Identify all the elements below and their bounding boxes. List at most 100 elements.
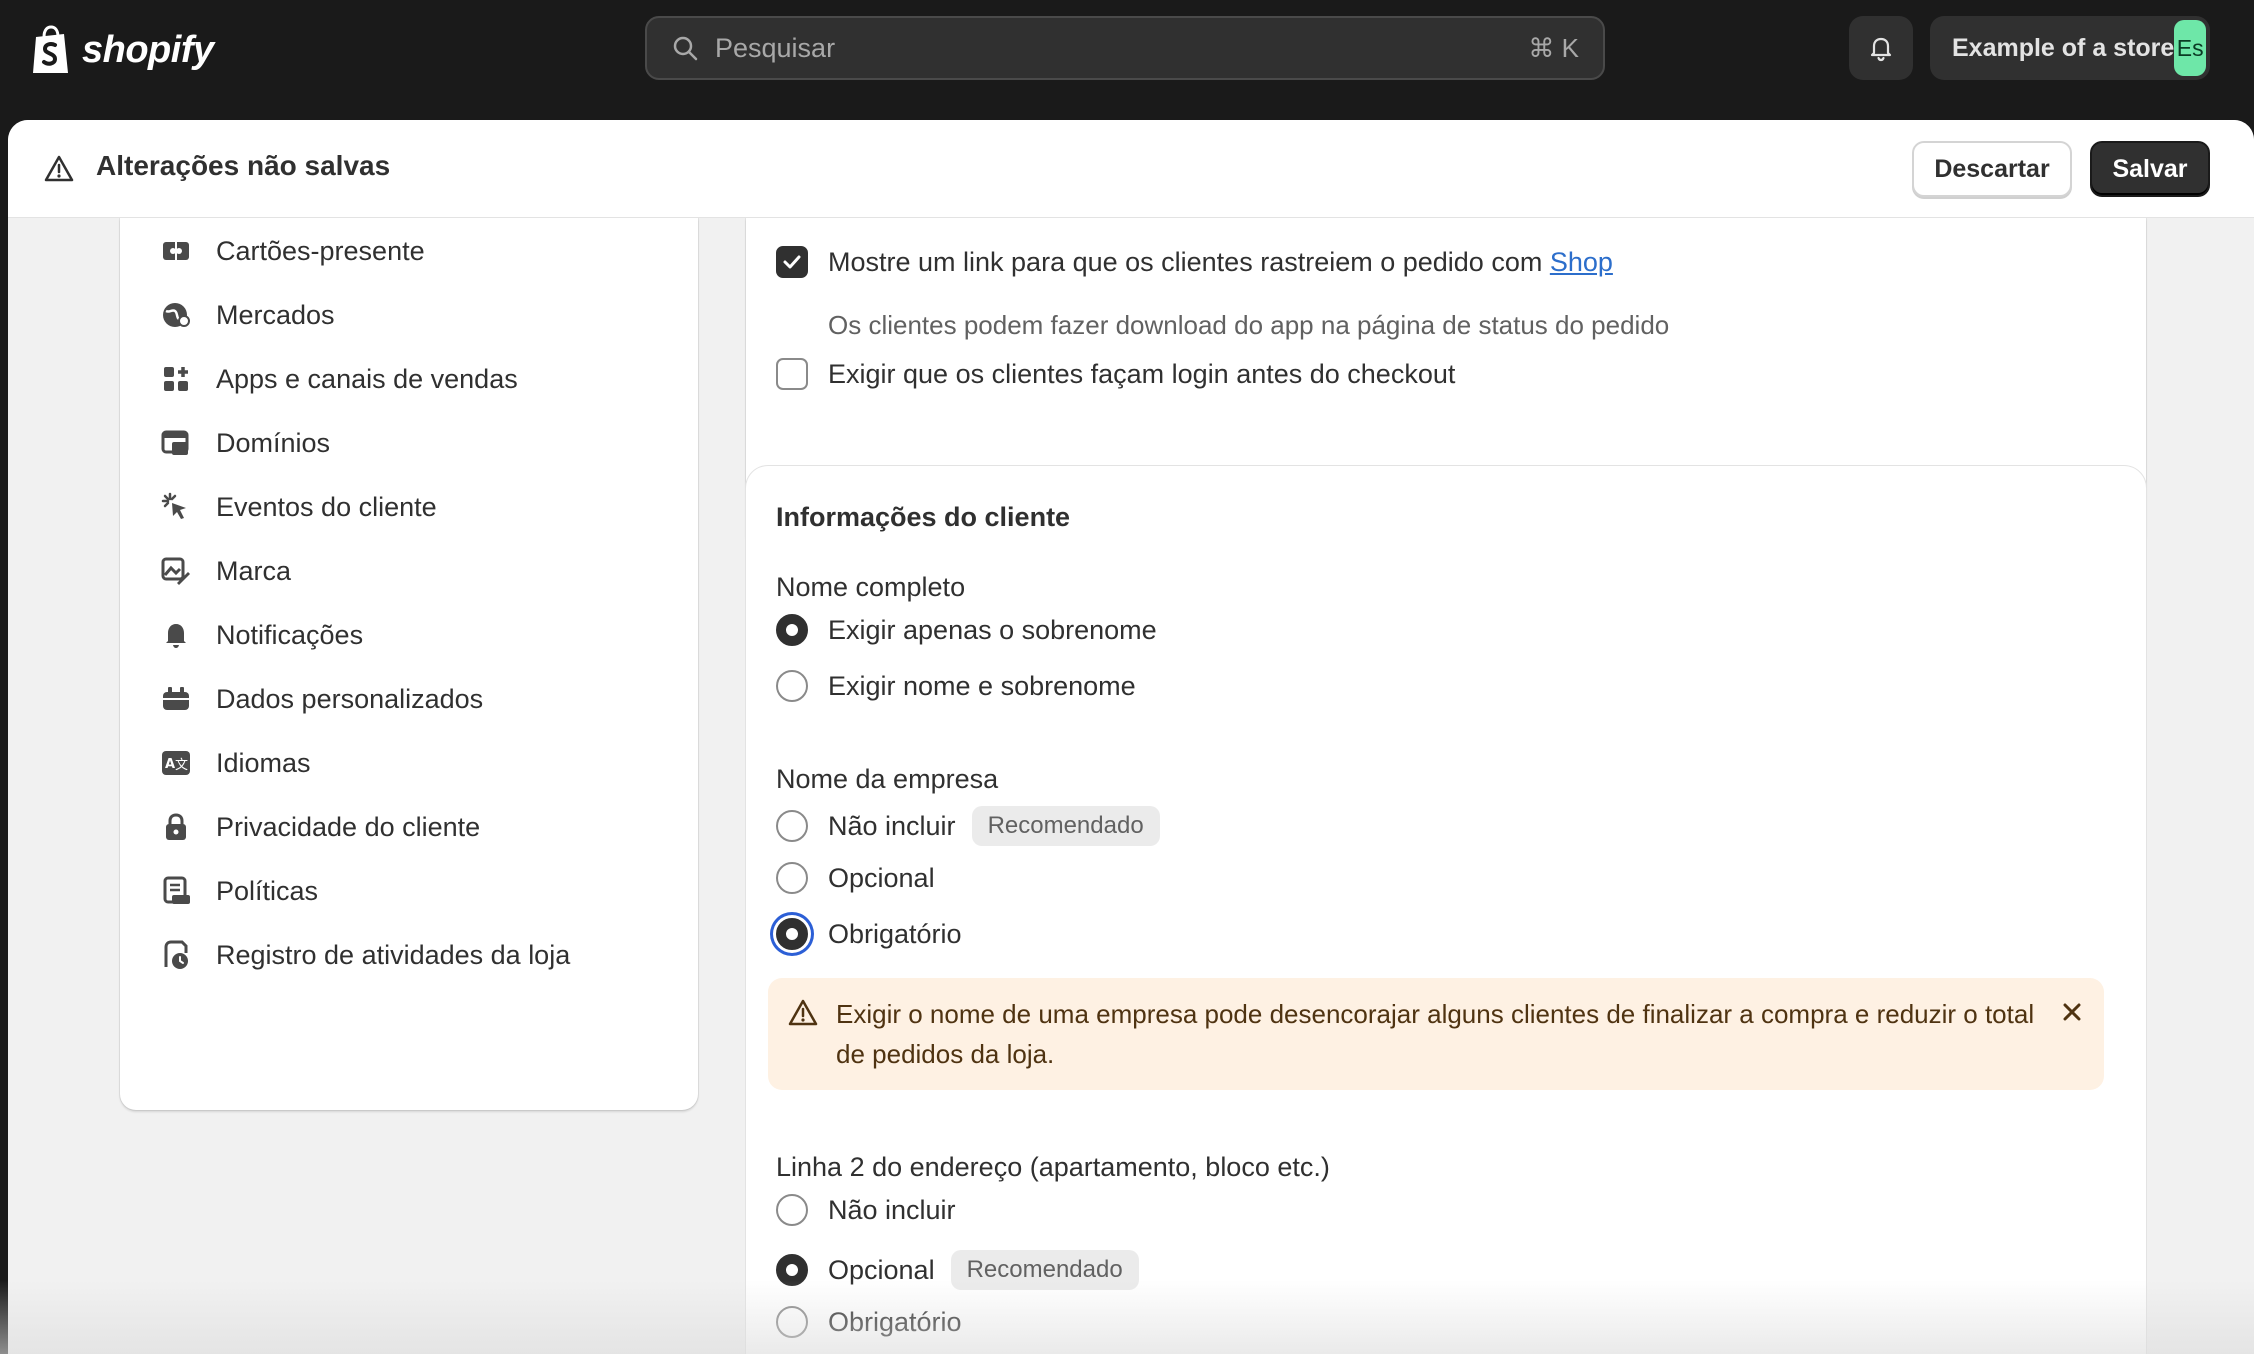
checkmark-icon — [783, 255, 801, 269]
sidebar-item-label: Idiomas — [216, 747, 311, 778]
radio-button[interactable] — [776, 1194, 808, 1226]
cursor-click-icon — [161, 492, 186, 519]
sidebar-item-custom-data[interactable]: Dados personalizados — [160, 674, 483, 724]
radio-button[interactable] — [776, 918, 808, 950]
close-icon[interactable] — [2058, 998, 2086, 1026]
brand-icon — [161, 557, 190, 585]
apps-icon — [164, 367, 188, 391]
search-shortcut: ⌘ K — [1528, 32, 1579, 63]
search-placeholder: Pesquisar — [715, 32, 836, 63]
company-option-exclude[interactable]: Não incluir Recomendado — [776, 806, 1160, 846]
radio-button[interactable] — [776, 670, 808, 702]
main-panel: Cartões-presente Mercados Apps e canais … — [8, 120, 2254, 1354]
sidebar-item-label: Apps e canais de vendas — [216, 363, 518, 394]
shop-link-help: Os clientes podem fazer download do app … — [828, 310, 1670, 340]
section-title: Informações do cliente — [776, 502, 1071, 532]
search-input[interactable]: Pesquisar ⌘ K — [645, 16, 1605, 80]
sidebar-item-label: Eventos do cliente — [216, 491, 437, 522]
store-menu-button[interactable]: Example of a store Es — [1930, 16, 2210, 80]
company-option-required[interactable]: Obrigatório — [776, 918, 962, 950]
notifications-button[interactable] — [1849, 16, 1913, 80]
sidebar-item-label: Domínios — [216, 427, 331, 458]
policies-icon — [163, 876, 190, 904]
full-name-option-last-only[interactable]: Exigir apenas o sobrenome — [776, 614, 1157, 646]
shop-link[interactable]: Shop — [1550, 247, 1613, 277]
sidebar-item-privacy[interactable]: Privacidade do cliente — [160, 802, 480, 852]
option-label: Obrigatório — [828, 918, 962, 949]
domains-icon — [161, 430, 189, 455]
option-label: Obrigatório — [828, 1306, 962, 1337]
warning-icon — [44, 155, 74, 182]
sidebar-item-languages[interactable]: A 文 Idiomas — [160, 738, 311, 788]
shop-link-label: Mostre um link para que os clientes rast… — [828, 247, 1613, 278]
sidebar-item-label: Notificações — [216, 619, 364, 650]
address2-option-required[interactable]: Obrigatório — [776, 1306, 962, 1338]
unsaved-changes-bar: Alterações não salvas Descartar Salvar — [8, 120, 2254, 218]
custom-data-icon — [163, 687, 189, 710]
sidebar-item-gift-cards[interactable]: Cartões-presente — [160, 226, 425, 276]
option-label: Exigir apenas o sobrenome — [828, 614, 1157, 645]
sidebar-item-brand[interactable]: Marca — [160, 546, 291, 596]
shop-link-option[interactable]: Mostre um link para que os clientes rast… — [776, 246, 1613, 278]
radio-button[interactable] — [776, 862, 808, 894]
avatar: Es — [2174, 20, 2206, 76]
option-label: Não incluir — [828, 1194, 956, 1225]
shop-link-text: Mostre um link para que os clientes rast… — [828, 246, 1543, 277]
svg-text:文: 文 — [175, 758, 188, 773]
sidebar-item-customer-events[interactable]: Eventos do cliente — [160, 482, 437, 532]
require-login-label: Exigir que os clientes façam login antes… — [828, 358, 1456, 389]
company-warning-banner: Exigir o nome de uma empresa pode desenc… — [768, 978, 2104, 1090]
option-label: Não incluir — [828, 810, 956, 841]
radio-button[interactable] — [776, 614, 808, 646]
option-label: Exigir nome e sobrenome — [828, 670, 1136, 701]
shop-link-checkbox[interactable] — [776, 246, 808, 278]
recommended-badge: Recomendado — [950, 1250, 1139, 1290]
sidebar-item-label: Cartões-presente — [216, 235, 425, 266]
globe-icon — [163, 303, 190, 327]
store-name: Example of a store — [1952, 33, 2175, 62]
require-login-option[interactable]: Exigir que os clientes façam login antes… — [776, 358, 1455, 390]
sidebar-item-domains[interactable]: Domínios — [160, 418, 330, 468]
activity-log-icon — [164, 940, 188, 969]
sidebar-item-label: Registro de atividades da loja — [216, 939, 571, 970]
sidebar-item-policies[interactable]: Políticas — [160, 866, 318, 916]
sidebar-item-label: Políticas — [216, 875, 319, 906]
sidebar-item-apps[interactable]: Apps e canais de vendas — [160, 354, 518, 404]
full-name-label: Nome completo — [776, 572, 966, 602]
option-label: Opcional — [828, 862, 935, 893]
recommended-badge: Recomendado — [971, 806, 1160, 846]
sidebar-item-activity-log[interactable]: Registro de atividades da loja — [160, 930, 570, 980]
discard-button[interactable]: Descartar — [1912, 141, 2072, 197]
svg-text:A: A — [165, 757, 175, 772]
full-name-option-first-last[interactable]: Exigir nome e sobrenome — [776, 670, 1136, 702]
gift-card-icon — [163, 242, 189, 260]
top-bar: shopify Pesquisar ⌘ K Example of a store… — [0, 0, 2254, 104]
language-icon: A 文 — [162, 751, 190, 775]
company-option-optional[interactable]: Opcional — [776, 862, 935, 894]
sidebar-item-label: Marca — [216, 555, 292, 586]
warning-icon — [788, 999, 818, 1026]
radio-button[interactable] — [776, 810, 808, 842]
radio-button[interactable] — [776, 1306, 808, 1338]
require-login-checkbox[interactable] — [776, 358, 808, 390]
address2-label: Linha 2 do endereço (apartamento, bloco … — [776, 1152, 1330, 1182]
sidebar-item-label: Privacidade do cliente — [216, 811, 481, 842]
shopify-logo[interactable]: shopify — [30, 22, 214, 78]
brand-name: shopify — [82, 28, 214, 71]
save-button[interactable]: Salvar — [2090, 141, 2210, 197]
shopify-bag-icon — [33, 25, 68, 73]
unsaved-title: Alterações não salvas — [96, 150, 391, 181]
address2-option-exclude[interactable]: Não incluir — [776, 1194, 956, 1226]
lock-icon — [166, 813, 186, 840]
sidebar-item-notifications[interactable]: Notificações — [160, 610, 363, 660]
option-label: Opcional — [828, 1254, 935, 1285]
warning-text: Exigir o nome de uma empresa pode desenc… — [836, 999, 2035, 1069]
search-icon — [673, 36, 698, 61]
address2-option-optional[interactable]: Opcional Recomendado — [776, 1250, 1139, 1290]
sidebar-item-markets[interactable]: Mercados — [160, 290, 335, 340]
bell-icon — [1870, 37, 1892, 62]
settings-sidebar: Cartões-presente Mercados Apps e canais … — [120, 218, 698, 1110]
radio-button[interactable] — [776, 1254, 808, 1286]
bell-icon — [166, 624, 186, 648]
company-name-label: Nome da empresa — [776, 764, 999, 794]
